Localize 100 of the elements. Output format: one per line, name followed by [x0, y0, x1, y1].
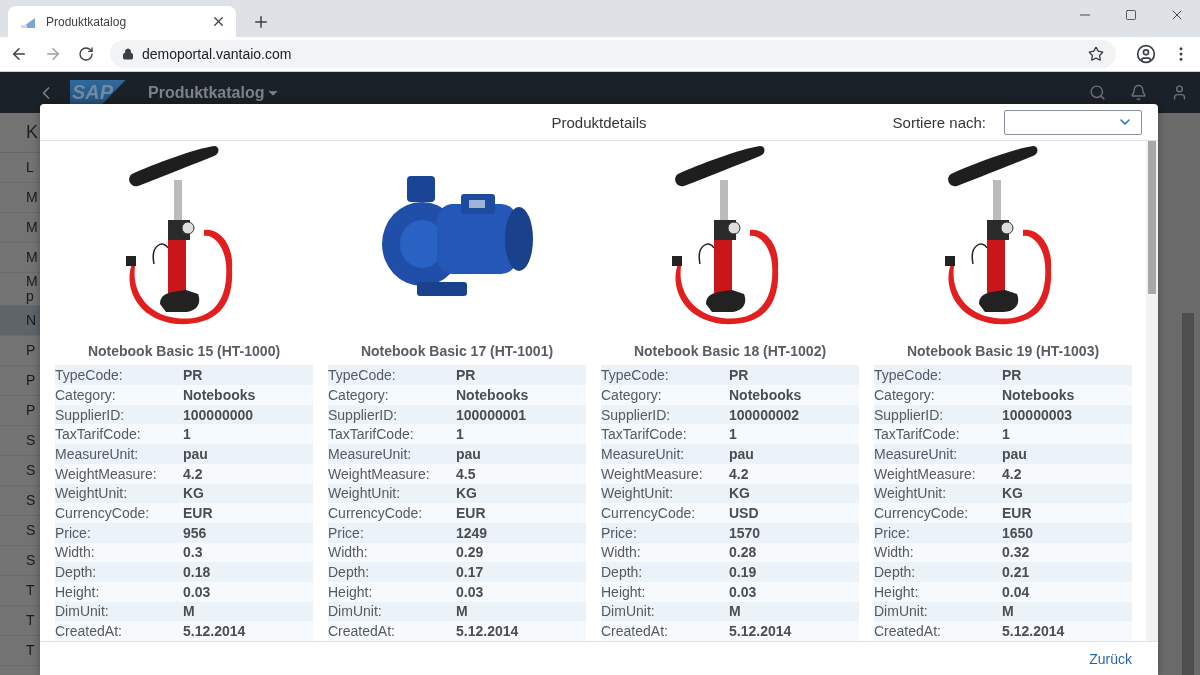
- field-label: CreatedAt:: [328, 623, 396, 640]
- field-value: Notebooks: [183, 386, 257, 403]
- field-value: 1: [729, 426, 738, 443]
- field-value: PR: [729, 367, 750, 384]
- field-value: KG: [729, 485, 751, 502]
- field-label: Height:: [328, 583, 374, 600]
- scrollbar[interactable]: [1182, 313, 1194, 675]
- field-label: CurrencyCode:: [55, 505, 151, 522]
- forward-arrow-icon[interactable]: [44, 45, 62, 63]
- field-label: MeasureUnit:: [601, 445, 686, 462]
- field-value: KG: [1002, 485, 1024, 502]
- field-label: TaxTarifCode:: [874, 426, 961, 443]
- field-value: EUR: [1002, 505, 1033, 522]
- field-label: TaxTarifCode:: [55, 426, 142, 443]
- field-value: 1: [456, 426, 465, 443]
- close-tab-icon[interactable]: [211, 14, 226, 29]
- field-label: WeightUnit:: [328, 485, 402, 502]
- field-value: 0.03: [456, 583, 485, 600]
- field-value: 4.5: [456, 465, 477, 482]
- product-title: Notebook Basic 18 (HT-1002): [633, 342, 827, 362]
- new-tab-icon[interactable]: [252, 13, 270, 31]
- field-value: 5.12.2014: [729, 623, 793, 640]
- field-value: pau: [456, 445, 482, 462]
- field-label: CreatedAt:: [874, 623, 942, 640]
- profile-icon[interactable]: [1136, 44, 1156, 64]
- field-value: 0.03: [729, 583, 758, 600]
- field-label: Category:: [874, 386, 936, 403]
- field-value: 0.3: [183, 544, 204, 561]
- product-title: Notebook Basic 19 (HT-1003): [906, 342, 1100, 362]
- field-value: PR: [1002, 367, 1023, 384]
- field-value: 4.2: [1002, 465, 1023, 482]
- field-value: 4.2: [729, 465, 750, 482]
- field-label: WeightUnit:: [601, 485, 675, 502]
- field-value: M: [729, 603, 742, 620]
- field-label: TaxTarifCode:: [328, 426, 415, 443]
- field-label: SupplierID:: [874, 406, 945, 423]
- field-value: 5.12.2014: [456, 623, 520, 640]
- field-label: Depth:: [55, 564, 98, 581]
- field-label: Category:: [328, 386, 390, 403]
- sort-label: Sortiere nach:: [892, 113, 986, 131]
- field-label: TypeCode:: [328, 367, 397, 384]
- field-label: CreatedAt:: [601, 623, 669, 640]
- browser-tab[interactable]: Produktkatalog: [8, 6, 236, 37]
- field-value: 0.29: [456, 544, 485, 561]
- field-value: M: [1002, 603, 1015, 620]
- field-value: PR: [183, 367, 204, 384]
- field-label: Category:: [55, 386, 117, 403]
- field-label: Depth:: [874, 564, 917, 581]
- field-value: EUR: [456, 505, 487, 522]
- field-label: TaxTarifCode:: [601, 426, 688, 443]
- field-label: DimUnit:: [328, 603, 383, 620]
- lock-icon: [122, 48, 134, 60]
- scrollbar-thumb[interactable]: [1148, 141, 1156, 294]
- field-label: Price:: [874, 524, 911, 541]
- search-icon[interactable]: [1089, 84, 1106, 101]
- field-label: Width:: [874, 544, 915, 561]
- field-label: SupplierID:: [55, 406, 126, 423]
- user-icon[interactable]: [1171, 84, 1188, 101]
- field-label: MeasureUnit:: [55, 445, 140, 462]
- field-value: Notebooks: [456, 386, 530, 403]
- field-label: MeasureUnit:: [874, 445, 959, 462]
- field-value: 100000001: [456, 406, 528, 423]
- url-text: demoportal.vantaio.com: [142, 46, 293, 62]
- field-label: Height:: [601, 583, 647, 600]
- field-label: Price:: [55, 524, 92, 541]
- field-value: pau: [183, 445, 209, 462]
- field-value: M: [183, 603, 196, 620]
- field-label: DimUnit:: [55, 603, 110, 620]
- bell-icon[interactable]: [1130, 84, 1147, 101]
- field-value: 0.17: [456, 564, 485, 581]
- app-title-menu[interactable]: Produktkatalog: [148, 83, 281, 102]
- star-icon[interactable]: [1088, 46, 1104, 62]
- field-label: Category:: [601, 386, 663, 403]
- field-label: DimUnit:: [874, 603, 929, 620]
- field-label: WeightMeasure:: [328, 465, 431, 482]
- reload-icon[interactable]: [78, 46, 94, 62]
- field-value: 1570: [729, 524, 762, 541]
- field-label: WeightMeasure:: [874, 465, 977, 482]
- field-value: KG: [183, 485, 205, 502]
- field-label: MeasureUnit:: [328, 445, 413, 462]
- field-value: 0.19: [729, 564, 758, 581]
- field-value: 0.03: [183, 583, 212, 600]
- field-label: CurrencyCode:: [328, 505, 424, 522]
- field-value: pau: [1002, 445, 1028, 462]
- tab-title: Produktkatalog: [46, 14, 128, 29]
- field-value: USD: [729, 505, 760, 522]
- address-bar[interactable]: demoportal.vantaio.com: [110, 40, 1116, 68]
- field-value: Notebooks: [1002, 386, 1076, 403]
- field-label: DimUnit:: [601, 603, 656, 620]
- field-value: M: [456, 603, 469, 620]
- field-value: EUR: [183, 505, 214, 522]
- back-button[interactable]: Zurück: [1089, 648, 1132, 669]
- field-label: Height:: [55, 583, 101, 600]
- scrollbar[interactable]: [1146, 141, 1158, 641]
- field-value: Notebooks: [729, 386, 803, 403]
- field-value: 1249: [456, 524, 489, 541]
- field-value: KG: [456, 485, 478, 502]
- sort-select[interactable]: [1004, 109, 1142, 135]
- field-value: 0.04: [1002, 583, 1031, 600]
- field-value: pau: [729, 445, 755, 462]
